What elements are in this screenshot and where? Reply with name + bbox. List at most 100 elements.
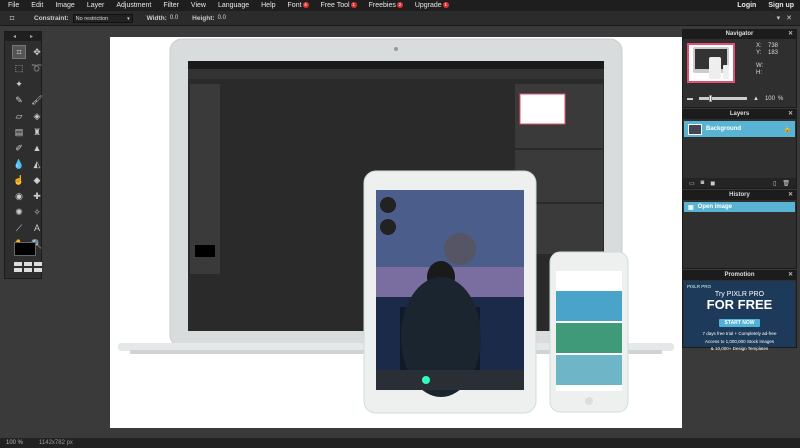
wand-tool[interactable]: ✦ xyxy=(12,77,26,91)
blur-tool[interactable]: 💧 xyxy=(12,157,26,171)
marquee-tool[interactable]: ⬚ xyxy=(12,61,26,75)
close-icon[interactable]: ✕ xyxy=(788,271,793,280)
navigator-header: Navigator ✕ xyxy=(683,30,796,39)
zoom-slider-handle[interactable] xyxy=(709,95,712,102)
styles-icon[interactable]: ◼ xyxy=(710,180,715,187)
drawing-tool[interactable]: ▲ xyxy=(30,141,44,155)
folder-icon[interactable]: ▭ xyxy=(689,180,695,187)
zoom-value[interactable]: 100 xyxy=(765,96,775,102)
trash-icon[interactable]: 🗑 xyxy=(782,180,790,187)
height-label: Height: xyxy=(192,14,215,22)
tool-options-bar: ⌗ Constraint: No restriction ▾ Width: 0.0… xyxy=(0,11,800,26)
history-item[interactable]: ▣ Open image xyxy=(684,202,795,212)
history-panel: History ✕ ▣ Open image xyxy=(682,190,797,269)
menu-free-tool[interactable]: Free Tool 1 xyxy=(315,2,363,9)
pixlr-editor-window: File Edit Image Layer Adjustment Filter … xyxy=(0,0,800,448)
width-label: Width: xyxy=(146,14,167,22)
menu-freebies[interactable]: Freebies 2 xyxy=(363,2,409,9)
pinch-tool[interactable]: ✧ xyxy=(30,205,44,219)
signup-link[interactable]: Sign up xyxy=(762,2,800,9)
lasso-tool[interactable]: ➰ xyxy=(30,61,44,75)
brush-tool[interactable]: 🖌 xyxy=(30,93,44,107)
start-now-button[interactable]: START NOW xyxy=(718,319,761,327)
menu-upgrade[interactable]: Upgrade 1 xyxy=(409,2,455,9)
free-tool-badge: 1 xyxy=(350,2,357,8)
status-zoom[interactable]: 100 % xyxy=(0,440,29,446)
smudge-tool[interactable]: ☝ xyxy=(12,173,26,187)
zoom-slider[interactable] xyxy=(699,95,747,102)
arrow-right-icon[interactable]: ▸ xyxy=(30,33,33,40)
tool-grid: ⌗ ✥ ⬚ ➰ ✦ ✎ 🖌 ▱ ◈ ▤ ♜ ✐ ▲ 💧 ◭ ☝ ◆ ◉ ✚ ✺ … xyxy=(5,41,44,251)
new-layer-icon[interactable]: ▯ xyxy=(773,180,776,187)
image-icon: ▣ xyxy=(688,204,694,211)
canvas-image xyxy=(118,38,674,414)
menu-layer[interactable]: Layer xyxy=(81,2,111,9)
menu-image[interactable]: Image xyxy=(49,2,80,9)
layer-thumbnail xyxy=(688,123,702,135)
crop-tool[interactable]: ⌗ xyxy=(12,45,26,59)
promo-text1: 7 days free trial + Completely ad-free xyxy=(702,331,777,336)
menu-view[interactable]: View xyxy=(185,2,212,9)
history-item-label: Open image xyxy=(697,204,733,210)
status-bar: 100 % 1142x782 px xyxy=(0,438,800,448)
color-swatch[interactable] xyxy=(14,242,36,256)
sponge-tool[interactable]: ◆ xyxy=(30,173,44,187)
promotion-panel: Promotion ✕ PIXLR PRO Try PIXLR PRO FOR F… xyxy=(682,270,797,351)
bucket-tool[interactable]: ◈ xyxy=(30,109,44,123)
y-value: 183 xyxy=(768,50,779,56)
move-tool[interactable]: ✥ xyxy=(30,45,44,59)
x-value: 738 xyxy=(768,43,779,49)
tools-header: ◂ ▸ xyxy=(5,32,41,41)
close-icon[interactable]: ✕ xyxy=(788,191,793,200)
image-canvas[interactable] xyxy=(110,37,682,428)
menu-bar: File Edit Image Layer Adjustment Filter … xyxy=(0,0,800,11)
font-badge: 4 xyxy=(302,2,309,8)
zoom-out-icon[interactable]: ▬ xyxy=(687,96,693,102)
layers-header: Layers ✕ xyxy=(683,110,796,119)
arrow-left-icon[interactable]: ◂ xyxy=(13,33,16,40)
navigator-thumbnail[interactable] xyxy=(687,43,735,83)
zoom-in-icon[interactable]: ▲ xyxy=(753,96,759,102)
color-replace-tool[interactable]: ✐ xyxy=(12,141,26,155)
height-field[interactable]: 0.0 xyxy=(218,15,226,21)
promo-ad[interactable]: PIXLR PRO Try PIXLR PRO FOR FREE START N… xyxy=(684,281,795,351)
swatch-controls[interactable] xyxy=(14,262,42,272)
redeye-tool[interactable]: ◉ xyxy=(12,189,26,203)
lock-icon: 🔒 xyxy=(783,126,791,133)
menu-language[interactable]: Language xyxy=(212,2,255,9)
width-field[interactable]: 0.0 xyxy=(170,15,178,21)
menu-help[interactable]: Help xyxy=(255,2,281,9)
promotion-header: Promotion ✕ xyxy=(683,271,796,280)
menu-edit[interactable]: Edit xyxy=(25,2,49,9)
navigator-panel: Navigator ✕ X: 738 Y: 183 W: H: ▬ ▲ 100 % xyxy=(682,29,797,108)
window-controls: ▾ ✕ xyxy=(777,14,792,22)
picker-tool[interactable]: ⟋ xyxy=(12,221,26,235)
zoom-unit: % xyxy=(777,95,784,102)
layer-row[interactable]: Background 🔒 xyxy=(684,121,795,137)
stamp-tool[interactable]: ♜ xyxy=(30,125,44,139)
crop-tool-icon: ⌗ xyxy=(9,12,15,23)
menu-filter[interactable]: Filter xyxy=(157,2,185,9)
upgrade-badge: 1 xyxy=(442,2,449,8)
promo-text2: Access to 1,000,000 Stock Images xyxy=(704,338,775,344)
tools-panel: ◂ ▸ ⌗ ✥ ⬚ ➰ ✦ ✎ 🖌 ▱ ◈ ▤ ♜ ✐ ▲ 💧 ◭ ☝ ◆ ◉ … xyxy=(4,31,44,279)
close-icon[interactable]: ✕ xyxy=(786,14,792,22)
gradient-tool[interactable]: ▤ xyxy=(12,125,26,139)
spot-heal-tool[interactable]: ✚ xyxy=(30,189,44,203)
sharpen-tool[interactable]: ◭ xyxy=(30,157,44,171)
menu-font[interactable]: Font 4 xyxy=(282,2,315,9)
constraint-label: Constraint: xyxy=(34,14,69,22)
close-icon[interactable]: ✕ xyxy=(788,110,793,119)
type-tool[interactable]: A xyxy=(30,221,44,235)
menu-file[interactable]: File xyxy=(0,2,25,9)
close-icon[interactable]: ✕ xyxy=(788,30,793,39)
mask-icon[interactable]: ◙ xyxy=(701,180,705,186)
menu-adjustment[interactable]: Adjustment xyxy=(110,2,157,9)
login-link[interactable]: Login xyxy=(731,2,762,9)
constraint-select[interactable]: No restriction ▾ xyxy=(72,13,133,23)
eraser-tool[interactable]: ▱ xyxy=(12,109,26,123)
layers-panel: Layers ✕ Background 🔒 ▭ ◙ ◼ ▯ 🗑 xyxy=(682,109,797,189)
collapse-icon[interactable]: ▾ xyxy=(777,14,781,22)
pencil-tool[interactable]: ✎ xyxy=(12,93,26,107)
bloat-tool[interactable]: ✺ xyxy=(12,205,26,219)
